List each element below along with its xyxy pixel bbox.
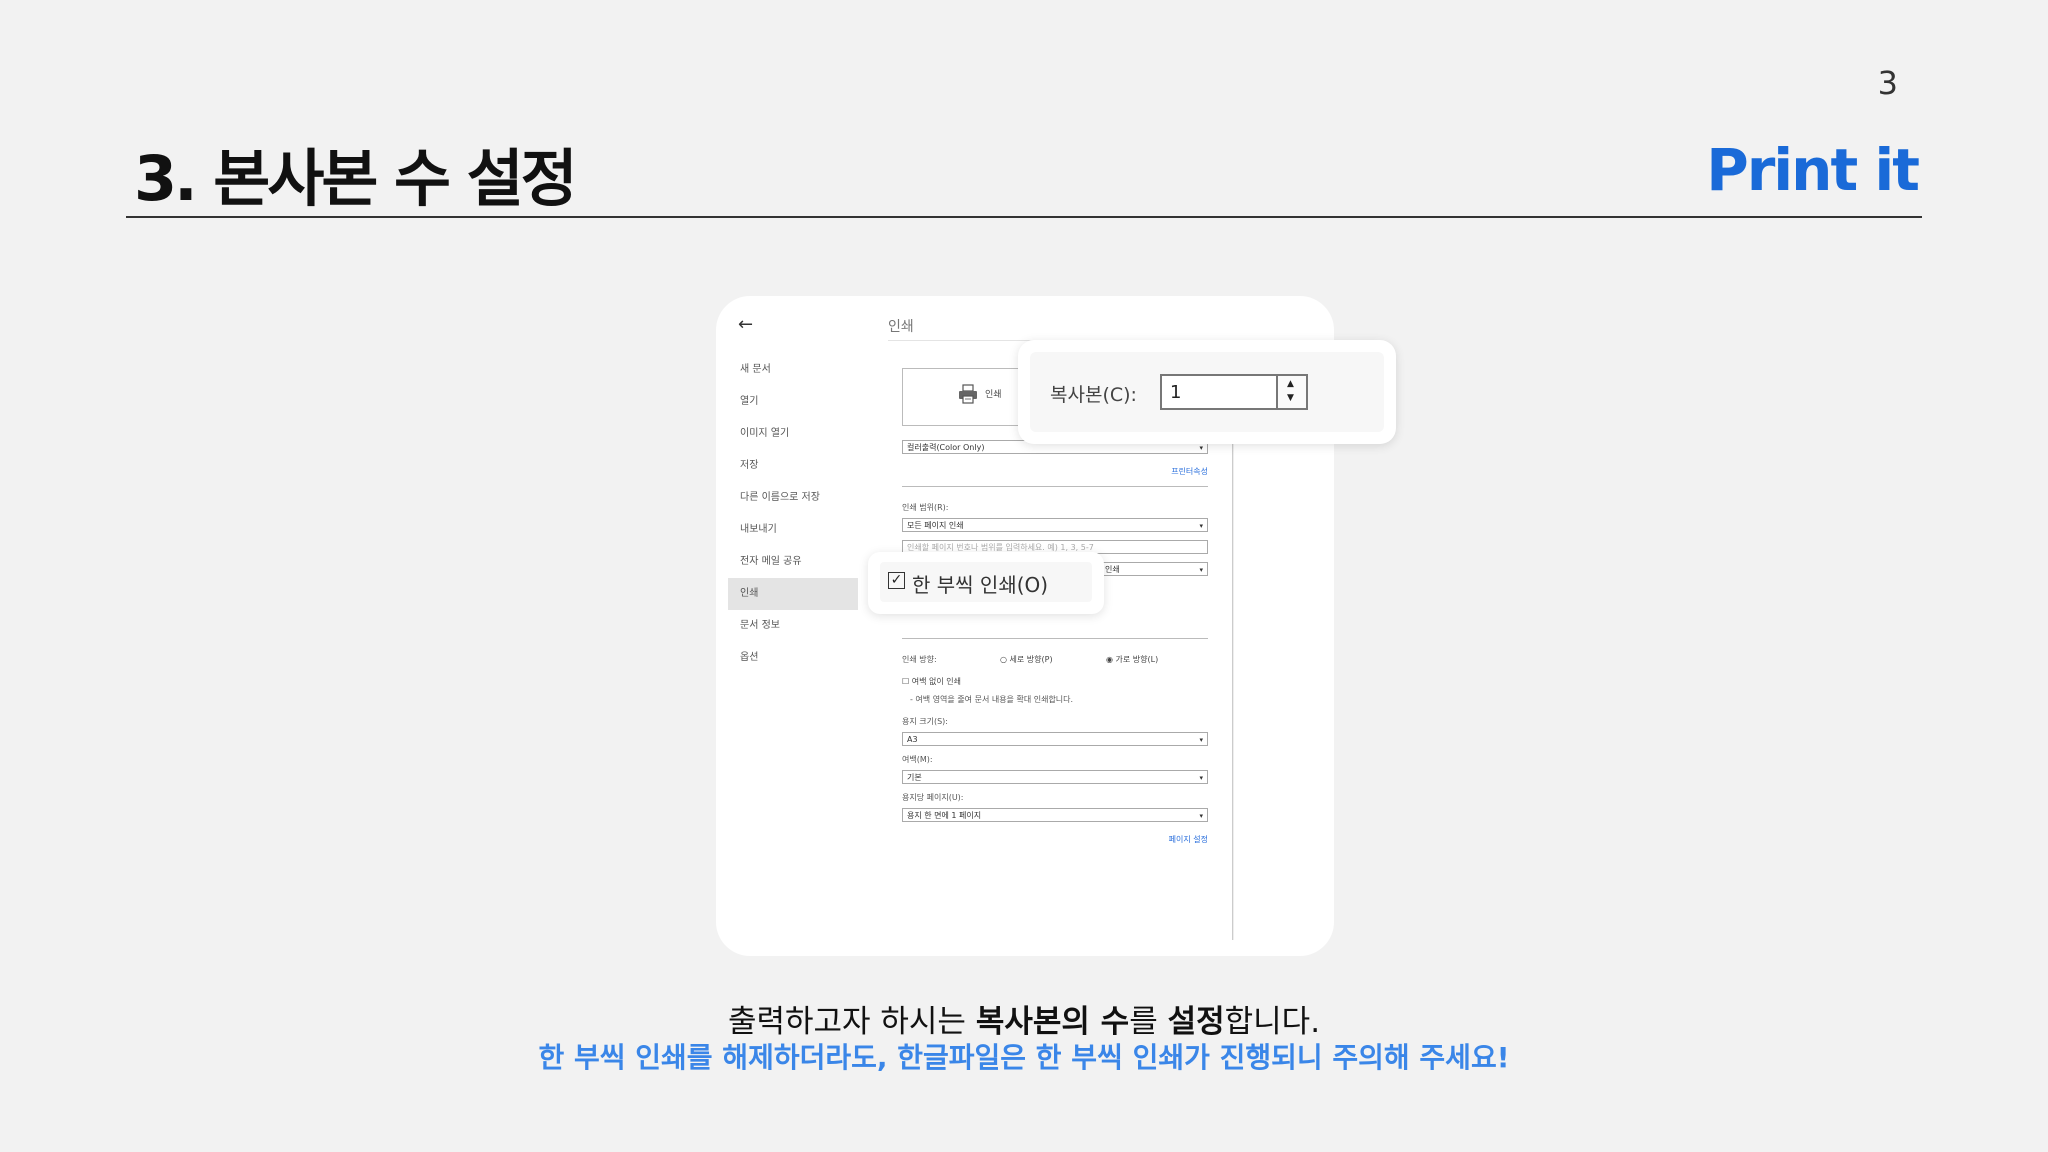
menu-item-open[interactable]: 열기 bbox=[728, 386, 858, 418]
copies-spinbox[interactable]: 1 ▲ ▼ bbox=[1160, 374, 1308, 410]
caret-down-icon: ▾ bbox=[1199, 736, 1203, 744]
page-setup-link[interactable]: 페이지 설정 bbox=[1169, 834, 1208, 845]
range-select-value: 모든 페이지 인쇄 bbox=[907, 521, 964, 530]
checkbox-checked-icon[interactable]: ✓ bbox=[888, 572, 905, 589]
copies-value: 1 bbox=[1170, 382, 1182, 403]
collate-callout-inner: ✓ 한 부씩 인쇄(O) bbox=[880, 562, 1092, 602]
menu-item-email-share[interactable]: 전자 메일 공유 bbox=[728, 546, 858, 578]
print-button-label: 인쇄 bbox=[985, 390, 1002, 400]
slide-title: 3. 본사본 수 설정 bbox=[134, 142, 578, 215]
menu-item-export[interactable]: 내보내기 bbox=[728, 514, 858, 546]
range-select[interactable]: 모든 페이지 인쇄 ▾ bbox=[902, 518, 1208, 532]
borderless-note: - 여백 영역을 줄여 문서 내용을 확대 인쇄합니다. bbox=[910, 695, 1074, 704]
landscape-radio[interactable]: ◉ 가로 방향(L) bbox=[1106, 654, 1158, 665]
portrait-radio-label: 세로 방향(P) bbox=[1009, 655, 1053, 664]
portrait-radio[interactable]: ○ 세로 방향(P) bbox=[1000, 654, 1053, 665]
landscape-radio-label: 가로 방향(L) bbox=[1115, 655, 1159, 664]
hr-1 bbox=[902, 486, 1208, 487]
spin-up-icon[interactable]: ▲ bbox=[1287, 379, 1294, 389]
caption-bold-set: 설정 bbox=[1167, 1004, 1225, 1040]
caret-down-icon: ▾ bbox=[1199, 522, 1203, 530]
margin-label: 여백(M): bbox=[902, 755, 933, 764]
menu-item-save[interactable]: 저장 bbox=[728, 450, 858, 482]
paper-size-label: 용지 크기(S): bbox=[902, 717, 948, 726]
copies-label: 복사본(C): bbox=[1050, 384, 1137, 406]
margin-value: 기본 bbox=[907, 773, 922, 782]
borderless-checkbox[interactable]: ☐ 여백 없이 인쇄 bbox=[902, 676, 961, 687]
menu-item-new[interactable]: 새 문서 bbox=[728, 354, 858, 386]
menu-item-save-as[interactable]: 다른 이름으로 저장 bbox=[728, 482, 858, 514]
title-divider bbox=[126, 216, 1922, 218]
copies-callout-inner: 복사본(C): 1 ▲ ▼ bbox=[1030, 352, 1384, 432]
caption-text-2: 를 bbox=[1129, 1004, 1168, 1040]
range-input-placeholder: 인쇄할 페이지 번호나 범위를 입력하세요. 예) 1, 3, 5-7 bbox=[907, 543, 1094, 552]
caption-text-1: 출력하고자 하시는 bbox=[727, 1004, 976, 1040]
paper-size-value: A3 bbox=[907, 735, 918, 744]
printer-select-value: 컬러출력(Color Only) bbox=[907, 443, 985, 452]
copies-spin-buttons: ▲ ▼ bbox=[1276, 376, 1306, 408]
collate-select-value: 인쇄 bbox=[1105, 565, 1120, 574]
caption-warning: 한 부씩 인쇄를 해제하더라도, 한글파일은 한 부씩 인쇄가 진행되니 주의해… bbox=[538, 1041, 1510, 1074]
printer-icon bbox=[959, 384, 977, 404]
sidebar-menu: 새 문서 열기 이미지 열기 저장 다른 이름으로 저장 내보내기 전자 메일 … bbox=[728, 354, 858, 674]
panel-divider-shadow bbox=[1233, 426, 1234, 940]
caption-text-3: 합니다. bbox=[1224, 1004, 1321, 1040]
menu-item-open-image[interactable]: 이미지 열기 bbox=[728, 418, 858, 450]
collate-callout: ✓ 한 부씩 인쇄(O) bbox=[868, 552, 1104, 614]
caret-down-icon: ▾ bbox=[1199, 566, 1203, 574]
collate-label: 한 부씩 인쇄(O) bbox=[912, 573, 1049, 597]
hr-2 bbox=[902, 638, 1208, 639]
printer-properties-link[interactable]: 프린터속성 bbox=[1171, 466, 1208, 477]
borderless-checkbox-label: 여백 없이 인쇄 bbox=[911, 677, 961, 686]
menu-item-options[interactable]: 옵션 bbox=[728, 642, 858, 674]
paper-size-select[interactable]: A3 ▾ bbox=[902, 732, 1208, 746]
brand-logo: Print it bbox=[1706, 136, 1920, 204]
back-arrow-icon[interactable]: ← bbox=[738, 314, 753, 335]
menu-item-doc-info[interactable]: 문서 정보 bbox=[728, 610, 858, 642]
caret-down-icon: ▾ bbox=[1199, 812, 1203, 820]
spin-down-icon[interactable]: ▼ bbox=[1287, 393, 1294, 403]
page-number: 3 bbox=[1877, 64, 1898, 102]
caption-main: 출력하고자 하시는 복사본의 수를 설정합니다. bbox=[0, 996, 2048, 1041]
pages-per-sheet-value: 용지 한 면에 1 페이지 bbox=[907, 811, 982, 820]
caption-bold-copies: 복사본의 수 bbox=[975, 1004, 1130, 1040]
pages-per-sheet-label: 용지당 페이지(U): bbox=[902, 793, 964, 802]
menu-item-print[interactable]: 인쇄 bbox=[728, 578, 858, 610]
copies-callout: 복사본(C): 1 ▲ ▼ bbox=[1018, 340, 1396, 444]
pages-per-sheet-select[interactable]: 용지 한 면에 1 페이지 ▾ bbox=[902, 808, 1208, 822]
dialog-heading: 인쇄 bbox=[888, 319, 914, 335]
orientation-label: 인쇄 방향: bbox=[902, 655, 937, 664]
margin-select[interactable]: 기본 ▾ bbox=[902, 770, 1208, 784]
range-label: 인쇄 범위(R): bbox=[902, 503, 949, 512]
caret-down-icon: ▾ bbox=[1199, 774, 1203, 782]
